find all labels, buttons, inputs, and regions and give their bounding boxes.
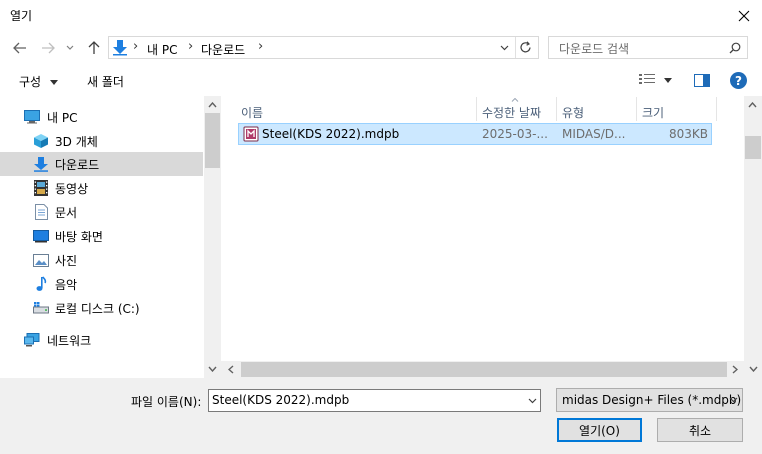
computer-icon: [24, 109, 40, 125]
open-button[interactable]: 열기(O): [557, 418, 642, 442]
toolbar: 구성 새 폴더 ?: [0, 66, 762, 96]
help-icon: ?: [735, 73, 742, 88]
nav-item-network[interactable]: 네트워크: [0, 328, 203, 352]
nav-item-documents[interactable]: 문서: [0, 200, 203, 224]
breadcrumb-item-downloads[interactable]: 다운로드: [201, 41, 245, 58]
caret-down-icon[interactable]: [664, 78, 672, 83]
nav-scroll-thumb[interactable]: [205, 113, 220, 168]
sort-indicator-icon: [511, 98, 519, 102]
document-icon: [33, 204, 49, 220]
nav-item-desktop[interactable]: 바탕 화면: [0, 224, 203, 248]
chevron-down-icon: [729, 397, 738, 403]
nav-item-videos[interactable]: 동영상: [0, 176, 203, 200]
refresh-icon[interactable]: [519, 41, 532, 54]
column-divider: [636, 97, 637, 121]
scroll-up-arrow-icon[interactable]: [208, 102, 217, 108]
midas-file-icon: [243, 126, 259, 142]
close-button[interactable]: [726, 0, 762, 31]
nav-item-music[interactable]: 음악: [0, 272, 203, 296]
file-type-filter-select[interactable]: midas Design+ Files (*.mdpb): [556, 388, 743, 412]
file-name: Steel(KDS 2022).mdpb: [262, 127, 400, 141]
details-view-icon: [639, 74, 655, 84]
file-size: 803KB: [668, 127, 708, 141]
column-divider: [556, 97, 557, 121]
back-button[interactable]: [10, 37, 30, 59]
column-header-size[interactable]: 크기: [642, 104, 664, 121]
filename-label: 파일 이름(N):: [131, 395, 202, 409]
organize-label: 구성: [19, 75, 42, 89]
scroll-down-arrow-icon[interactable]: [749, 366, 758, 372]
file-list-horizontal-scrollbar[interactable]: [221, 361, 744, 378]
file-type-filter-value: midas Design+ Files (*.mdpb): [562, 393, 742, 407]
file-modified: 2025-03-...: [482, 127, 548, 141]
nav-item-downloads[interactable]: 다운로드: [0, 152, 203, 176]
scrollbar-corner: [744, 361, 762, 378]
help-button[interactable]: ?: [730, 72, 747, 89]
breadcrumb-separator: ›: [133, 39, 139, 54]
column-header-modified[interactable]: 수정한 날짜: [482, 104, 541, 121]
filename-value: Steel(KDS 2022).mdpb: [212, 393, 350, 407]
navigation-pane: 내 PC 3D 개체 다운로드 동영상 문서 바탕 화면 사진 음악 로컬 디스…: [0, 96, 220, 378]
breadcrumb-separator: ›: [188, 39, 194, 54]
column-header-type[interactable]: 유형: [562, 104, 584, 121]
recent-locations-button[interactable]: [63, 37, 77, 59]
up-button[interactable]: [84, 37, 104, 59]
column-divider: [716, 97, 717, 121]
arrow-up-icon: [88, 41, 100, 54]
horizontal-scroll-thumb[interactable]: [241, 362, 727, 377]
window-title: 열기: [10, 9, 33, 23]
address-bar[interactable]: › 내 PC › 다운로드 ›: [108, 36, 539, 59]
view-options-button[interactable]: [639, 74, 655, 90]
search-placeholder: 다운로드 검색: [559, 42, 630, 56]
film-icon: [33, 180, 49, 196]
cube-3d-icon: [33, 133, 49, 149]
nav-item-pictures[interactable]: 사진: [0, 248, 203, 272]
cancel-button[interactable]: 취소: [657, 418, 743, 442]
search-box[interactable]: 다운로드 검색: [548, 36, 748, 59]
caret-down-icon: [49, 80, 58, 85]
filename-input[interactable]: Steel(KDS 2022).mdpb: [208, 389, 541, 412]
preview-pane-icon[interactable]: [694, 74, 710, 87]
desktop-icon: [33, 228, 49, 244]
column-header-name[interactable]: 이름: [241, 104, 263, 121]
music-note-icon: [33, 276, 49, 292]
file-list-vertical-scrollbar[interactable]: [744, 96, 762, 361]
divider: [515, 37, 516, 58]
picture-icon: [33, 252, 49, 268]
organize-button[interactable]: 구성: [19, 73, 58, 90]
table-row[interactable]: Steel(KDS 2022).mdpb 2025-03-... MIDAS/D…: [238, 123, 712, 145]
title-bar: 열기: [0, 0, 762, 31]
scroll-up-arrow-icon[interactable]: [748, 102, 757, 108]
new-folder-button[interactable]: 새 폴더: [87, 73, 124, 90]
search-icon: [729, 42, 741, 54]
arrow-right-icon: [42, 42, 55, 54]
nav-item-local-disk-c[interactable]: 로컬 디스크 (C:): [0, 296, 203, 320]
network-icon: [24, 332, 40, 348]
forward-button[interactable]: [38, 37, 58, 59]
drive-icon: [33, 300, 49, 316]
nav-item-3d-objects[interactable]: 3D 개체: [0, 129, 203, 153]
close-icon: [738, 10, 750, 21]
download-arrow-icon: [113, 40, 127, 56]
download-arrow-icon: [33, 156, 49, 172]
scroll-down-arrow-icon[interactable]: [208, 366, 217, 372]
breadcrumb-item-my-pc[interactable]: 내 PC: [147, 41, 177, 58]
breadcrumb-separator: ›: [258, 39, 264, 54]
nav-pane-scrollbar[interactable]: [204, 96, 221, 378]
scroll-right-arrow-icon[interactable]: [732, 365, 738, 374]
vertical-scroll-thumb[interactable]: [745, 136, 761, 159]
column-divider: [476, 97, 477, 121]
nav-item-my-pc[interactable]: 내 PC: [0, 105, 203, 129]
chevron-down-icon[interactable]: [500, 45, 509, 51]
file-type: MIDAS/D...: [562, 127, 626, 141]
arrow-left-icon: [13, 42, 26, 54]
chevron-down-icon: [66, 45, 74, 50]
scroll-left-arrow-icon[interactable]: [228, 365, 234, 374]
chevron-down-icon[interactable]: [528, 398, 537, 404]
